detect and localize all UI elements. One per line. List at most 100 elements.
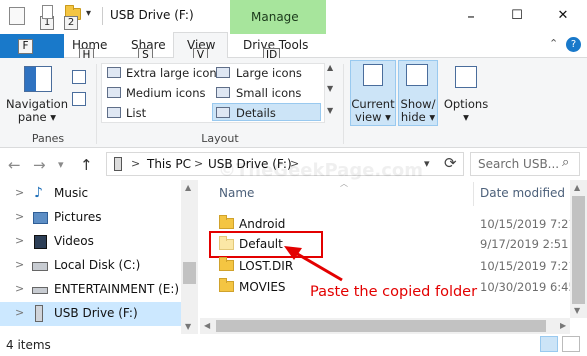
properties-icon[interactable]	[9, 7, 25, 25]
file-keytip: F	[18, 39, 33, 54]
close-button[interactable]: ✕	[540, 0, 586, 34]
chevron-right-icon[interactable]: >	[15, 282, 24, 295]
local-disk-icon	[32, 262, 48, 271]
column-header-date-modified[interactable]: Date modified	[480, 186, 565, 200]
item-count: 4 items	[6, 338, 51, 352]
preview-pane-icon[interactable]	[72, 70, 86, 84]
scroll-right-icon[interactable]: ▶	[560, 321, 566, 330]
forward-button[interactable]: →	[33, 156, 46, 174]
new-page-icon[interactable]	[42, 5, 53, 19]
layout-scroll-up-icon[interactable]: ▲	[327, 63, 333, 72]
qat-dropdown-icon[interactable]: ▾	[86, 8, 91, 19]
file-list-scroll-thumb[interactable]	[572, 196, 585, 304]
details-icon	[216, 107, 230, 118]
large-icons-icon	[216, 67, 230, 78]
music-icon: ♪	[34, 185, 43, 201]
show-hide-label-2: hide ▾	[400, 110, 436, 124]
details-pane-icon[interactable]	[72, 92, 86, 106]
nav-item-pictures[interactable]: > Pictures	[0, 206, 200, 230]
extra-large-icons-icon	[107, 67, 121, 78]
layout-list[interactable]: List	[126, 106, 146, 120]
layout-large-icons[interactable]: Large icons	[236, 66, 302, 80]
drive-icon	[32, 287, 48, 294]
scroll-up-icon[interactable]: ▲	[185, 183, 191, 192]
column-divider	[473, 182, 474, 206]
manage-contextual-tab[interactable]: Manage	[230, 0, 326, 34]
qat-keytip-2: 2	[64, 16, 78, 30]
breadcrumb-separator: >	[194, 157, 204, 170]
horizontal-scroll-thumb[interactable]	[216, 320, 546, 332]
nav-item-usb-drive[interactable]: > USB Drive (F:)	[0, 302, 181, 326]
nav-item-videos[interactable]: > Videos	[0, 230, 200, 254]
show-hide-label: Show/ hide ▾	[398, 98, 438, 124]
nav-item-local-disk[interactable]: > Local Disk (C:)	[0, 254, 200, 278]
scroll-up-icon[interactable]: ▲	[574, 183, 580, 192]
options-button[interactable]: Options ▾	[440, 98, 492, 124]
search-icon: ⌕	[562, 155, 570, 170]
small-icons-icon	[216, 87, 230, 98]
layout-extra-large-icons[interactable]: Extra large icons	[126, 66, 223, 80]
watermark: ©TheGeekPage.com	[218, 160, 424, 181]
chevron-right-icon[interactable]: >	[15, 258, 24, 271]
details-view-button[interactable]	[540, 336, 558, 352]
nav-item-label: Music	[54, 186, 89, 200]
options-arrow: ▾	[463, 110, 469, 124]
group-separator	[96, 64, 97, 144]
back-button[interactable]: ←	[8, 156, 21, 174]
usb-drive-icon	[35, 305, 43, 322]
nav-pane-scroll-thumb[interactable]	[183, 262, 196, 284]
navigation-pane-icon[interactable]	[24, 66, 52, 92]
breadcrumb-this-pc[interactable]: This PC	[147, 157, 191, 171]
nav-item-label: USB Drive (F:)	[54, 306, 138, 320]
nav-item-music[interactable]: > ♪ Music	[0, 182, 200, 206]
file-tab[interactable]: F	[0, 34, 64, 58]
chevron-right-icon[interactable]: >	[15, 186, 24, 199]
list-icon	[107, 107, 121, 118]
manage-tab-label: Manage	[251, 10, 299, 24]
help-button[interactable]: ?	[566, 37, 581, 52]
scroll-down-icon[interactable]: ▼	[185, 322, 191, 331]
layout-small-icons[interactable]: Small icons	[236, 86, 301, 100]
window-title: USB Drive (F:)	[110, 8, 194, 22]
help-icon: ?	[570, 39, 577, 50]
scroll-left-icon[interactable]: ◀	[204, 321, 210, 330]
folder-icon	[219, 278, 234, 292]
minimize-button[interactable]: –	[448, 0, 494, 34]
file-name: Android	[239, 217, 286, 231]
this-pc-icon	[114, 157, 122, 171]
layout-more-icon[interactable]: ▼	[327, 106, 333, 115]
layout-scroll-down-icon[interactable]: ▼	[327, 84, 333, 93]
layout-medium-icons[interactable]: Medium icons	[126, 86, 205, 100]
maximize-button[interactable]: ☐	[494, 0, 540, 34]
nav-item-label: Videos	[54, 234, 94, 248]
refresh-button[interactable]: ⟳	[444, 154, 457, 172]
layout-group-label: Layout	[201, 132, 239, 145]
navigation-pane-button[interactable]: Navigation pane ▾	[5, 98, 69, 124]
address-history-button[interactable]: ▾	[424, 157, 430, 170]
chevron-right-icon[interactable]: >	[15, 210, 24, 223]
up-button[interactable]: ↑	[80, 156, 93, 174]
recent-locations-button[interactable]: ▾	[58, 158, 64, 171]
nav-item-entertainment[interactable]: > ENTERTAINMENT (E:)	[0, 278, 200, 302]
chevron-right-icon[interactable]: >	[15, 306, 24, 319]
ribbon-collapse-icon[interactable]: ⌃	[549, 37, 558, 50]
nav-item-label: ENTERTAINMENT (E:)	[54, 282, 180, 296]
panes-group-label: Panes	[31, 132, 65, 145]
chevron-right-icon[interactable]: >	[15, 234, 24, 247]
column-header-name[interactable]: Name	[219, 186, 254, 200]
nav-pane-scrollbar[interactable]	[181, 180, 198, 334]
folder-icon	[219, 257, 234, 271]
nav-item-label: Local Disk (C:)	[54, 258, 141, 272]
current-view-label-2: view ▾	[355, 110, 391, 124]
folder-icon	[219, 215, 234, 229]
status-bar: 4 items	[0, 334, 587, 356]
large-icons-view-button[interactable]	[562, 336, 580, 352]
title-separator	[102, 7, 103, 25]
videos-icon	[34, 235, 47, 249]
group-separator	[343, 64, 344, 144]
scroll-down-icon[interactable]: ▼	[574, 306, 580, 315]
annotation-label: Paste the copied folder	[310, 284, 478, 300]
annotation-arrow-icon	[284, 246, 343, 282]
file-name: MOVIES	[239, 280, 286, 294]
search-input[interactable]: Search USB...	[478, 157, 559, 171]
